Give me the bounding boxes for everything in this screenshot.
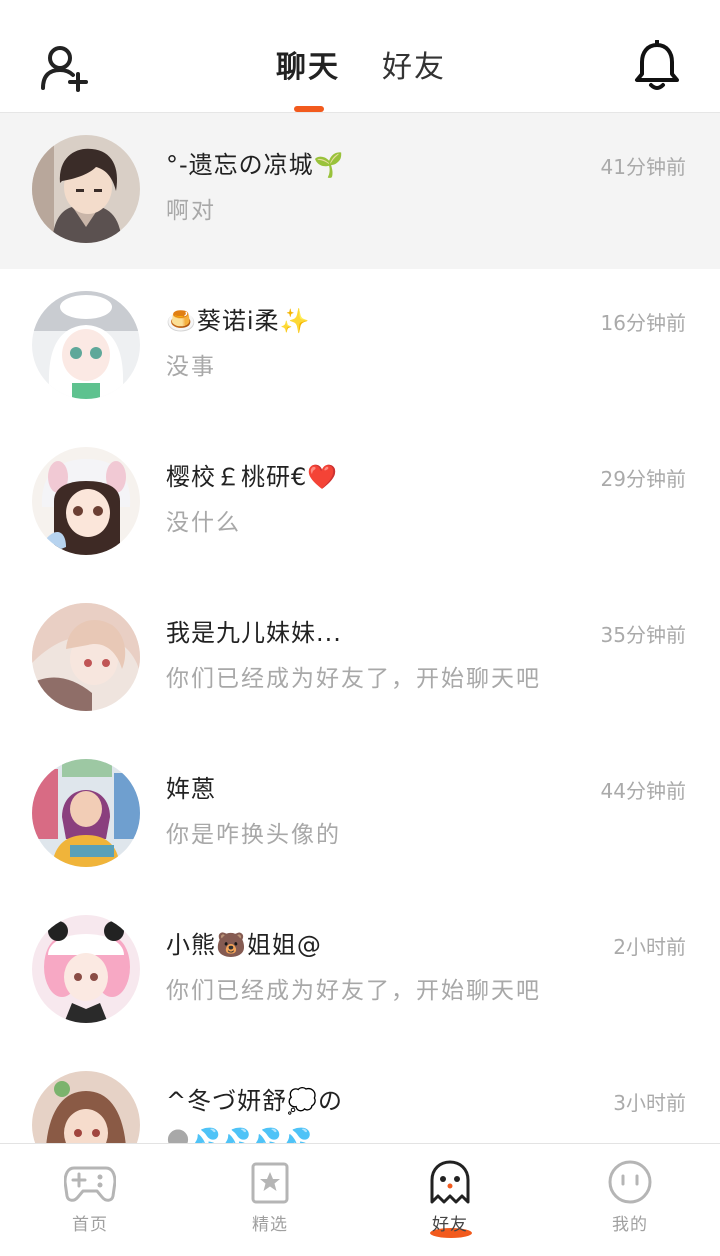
add-friend-button[interactable]	[38, 42, 90, 94]
chat-last-message: 你是咋换头像的	[166, 822, 341, 848]
chat-name: °-遗忘の凉城🌱	[166, 151, 345, 179]
chat-row[interactable]: °-遗忘の凉城🌱 啊对 41分钟前	[0, 113, 720, 269]
chat-name: ^冬づ妍舒💭の	[166, 1087, 343, 1115]
chat-time: 16分钟前	[600, 311, 686, 335]
chat-time: 35分钟前	[600, 623, 686, 647]
top-header: 聊天 好友	[0, 8, 720, 113]
notifications-button[interactable]	[632, 39, 682, 92]
chat-last-message: 你们已经成为好友了，开始聊天吧	[166, 666, 541, 692]
chat-time: 3小时前	[613, 1091, 686, 1115]
chat-row[interactable]: 我是九儿妹妹... 你们已经成为好友了，开始聊天吧 35分钟前	[0, 581, 720, 737]
chat-name: 樱校￡桃研€❤️	[166, 463, 339, 491]
active-tab-indicator	[294, 106, 324, 112]
avatar	[32, 135, 140, 243]
chat-time: 41分钟前	[600, 155, 686, 179]
tab-friends[interactable]: 好友	[382, 42, 446, 86]
chat-time: 2小时前	[613, 935, 686, 959]
avatar	[32, 603, 140, 711]
chat-row[interactable]: 姩蒽 你是咋换头像的 44分钟前	[0, 737, 720, 893]
avatar	[32, 1071, 140, 1143]
chat-name: 我是九儿妹妹...	[166, 619, 342, 647]
tabbar-label: 精选	[252, 1215, 288, 1235]
bottom-tab-bar: 首页 精选 好友 我的	[0, 1143, 720, 1256]
avatar	[32, 291, 140, 399]
chat-last-message: 你们已经成为好友了，开始聊天吧	[166, 978, 541, 1004]
tabbar-label: 我的	[612, 1215, 648, 1235]
chat-row[interactable]: 小熊🐻姐姐@ 你们已经成为好友了，开始聊天吧 2小时前	[0, 893, 720, 1049]
chat-row[interactable]: 🍮葵诺i柔✨ 没事 16分钟前	[0, 269, 720, 425]
tabbar-friends[interactable]: 好友	[360, 1144, 540, 1256]
chat-row[interactable]: 樱校￡桃研€❤️ 没什么 29分钟前	[0, 425, 720, 581]
ghost-icon	[430, 1160, 470, 1204]
chat-time: 44分钟前	[600, 779, 686, 803]
chat-last-message: 🌑💦💦💦💦	[166, 1128, 315, 1143]
chat-time: 29分钟前	[600, 467, 686, 491]
face-icon	[608, 1160, 652, 1204]
chat-last-message: 没什么	[166, 510, 241, 536]
chat-last-message: 啊对	[166, 198, 216, 224]
tabbar-label: 首页	[72, 1215, 108, 1235]
tabbar-me[interactable]: 我的	[540, 1144, 720, 1256]
chat-row[interactable]: ^冬づ妍舒💭の 🌑💦💦💦💦 3小时前	[0, 1049, 720, 1143]
chat-name: 姩蒽	[166, 775, 216, 803]
avatar	[32, 447, 140, 555]
tab-chat[interactable]: 聊天	[276, 42, 340, 86]
star-icon	[251, 1162, 289, 1204]
status-bar	[0, 0, 720, 8]
chat-list: °-遗忘の凉城🌱 啊对 41分钟前 🍮葵诺i柔✨ 没事 16分钟前 樱校￡桃研€…	[0, 113, 720, 1143]
tabbar-featured[interactable]: 精选	[180, 1144, 360, 1256]
chat-name: 小熊🐻姐姐@	[166, 931, 322, 959]
avatar	[32, 915, 140, 1023]
chat-last-message: 没事	[166, 354, 216, 380]
chat-name: 🍮葵诺i柔✨	[166, 307, 311, 335]
avatar	[32, 759, 140, 867]
tabbar-label: 好友	[432, 1215, 468, 1235]
gamepad-icon	[64, 1166, 116, 1202]
bell-icon	[635, 39, 679, 90]
add-user-icon	[41, 46, 88, 92]
tabbar-home[interactable]: 首页	[0, 1144, 180, 1256]
